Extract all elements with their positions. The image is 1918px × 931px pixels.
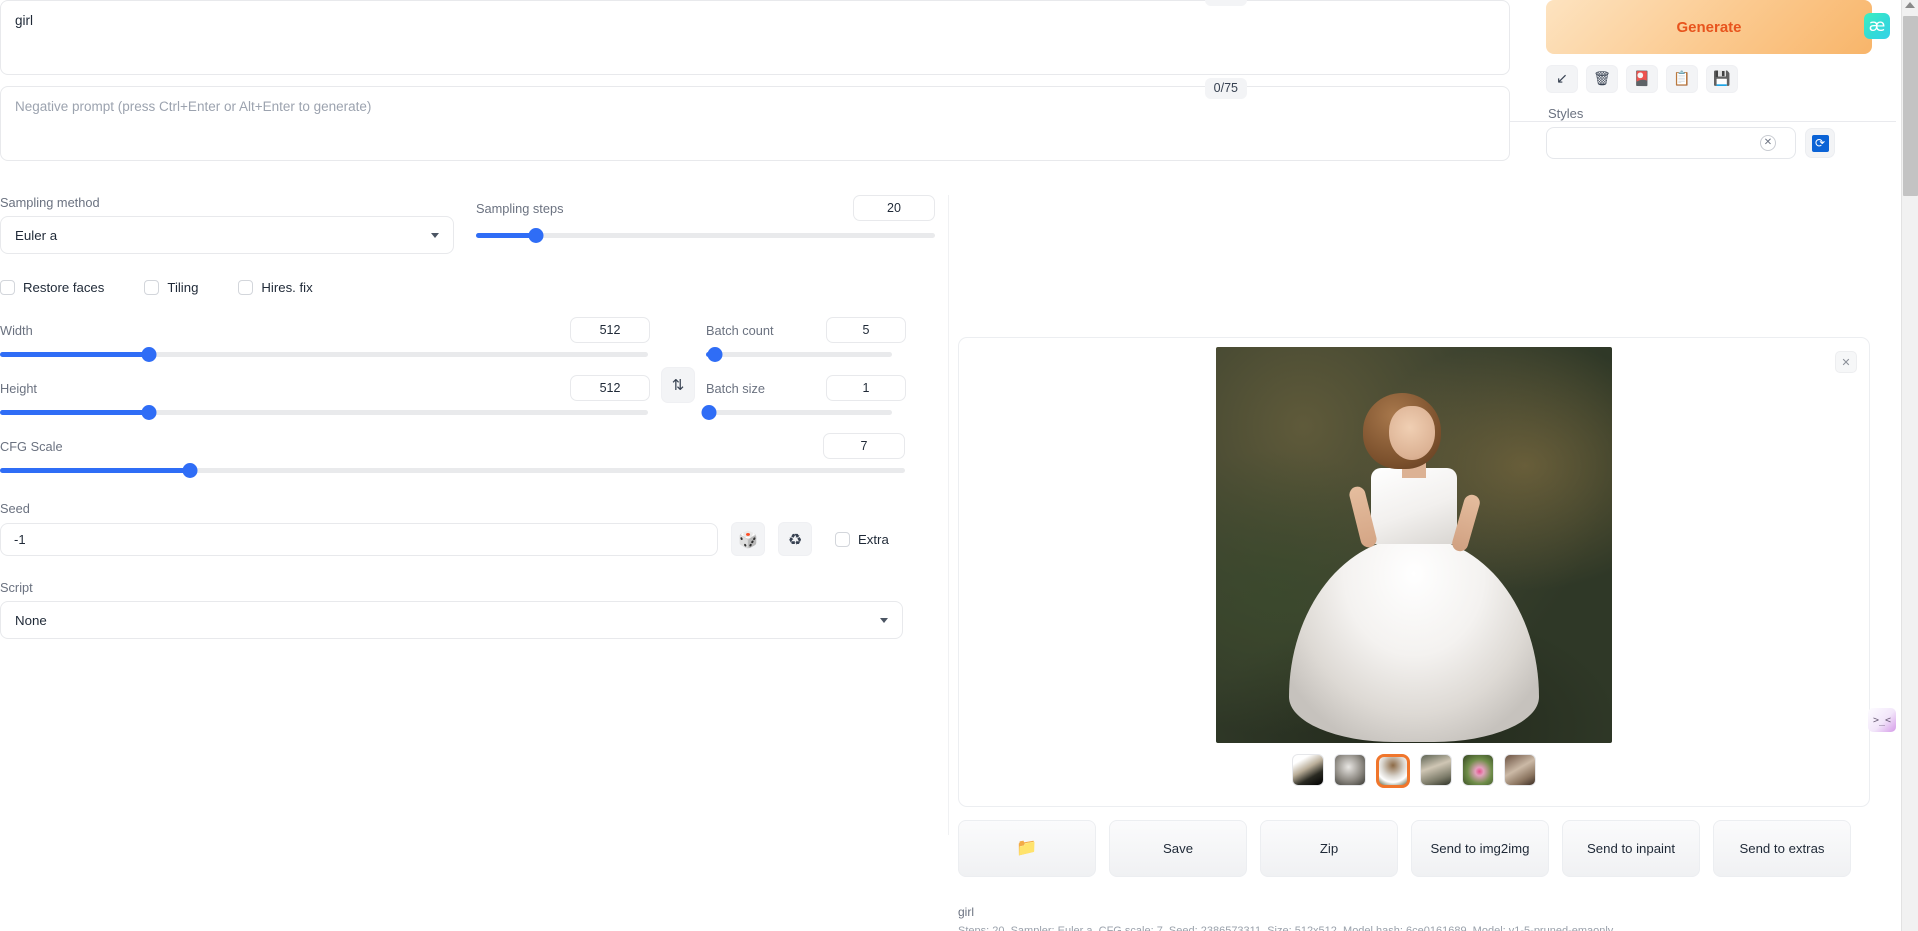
seed-section: Seed -1 🎲 ♻ Extra bbox=[0, 501, 935, 556]
send-to-extras-button[interactable]: Send to extras bbox=[1713, 820, 1851, 877]
scroll-track[interactable] bbox=[1903, 196, 1918, 931]
page-scrollbar[interactable] bbox=[1901, 0, 1918, 931]
batch-count-slider[interactable] bbox=[706, 347, 892, 362]
negative-prompt-input[interactable]: Negative prompt (press Ctrl+Enter or Alt… bbox=[0, 86, 1510, 161]
prompt-token-counter: 1/75 bbox=[1204, 0, 1247, 6]
sampling-steps-value[interactable]: 20 bbox=[853, 195, 935, 221]
card-icon[interactable]: 🎴 bbox=[1626, 65, 1658, 93]
cfg-scale-label: CFG Scale bbox=[0, 438, 63, 454]
open-folder-button[interactable]: 📁 bbox=[958, 820, 1096, 877]
dice-icon[interactable]: 🎲 bbox=[731, 522, 765, 556]
styles-select[interactable]: ✕ bbox=[1546, 127, 1796, 159]
gallery-thumb-3[interactable] bbox=[1376, 754, 1410, 788]
negative-prompt-token-counter: 0/75 bbox=[1204, 78, 1247, 99]
batch-size-slider[interactable] bbox=[701, 405, 892, 420]
restore-faces-checkbox[interactable]: Restore faces bbox=[0, 280, 104, 295]
prompt-toolbar: ↙ 🗑 🎴 📋 💾 bbox=[1546, 65, 1876, 93]
script-section: Script None bbox=[0, 580, 903, 639]
cfg-scale-slider[interactable] bbox=[0, 463, 905, 478]
restore-faces-label: Restore faces bbox=[23, 280, 105, 295]
sampling-row: Sampling method Euler a Sampling steps 2… bbox=[0, 195, 935, 254]
generate-panel: Generate ↙ 🗑 🎴 📋 💾 Styles ✕ ⟳ bbox=[1546, 0, 1876, 159]
scroll-thumb[interactable] bbox=[1903, 16, 1918, 196]
clear-styles-icon[interactable]: ✕ bbox=[1760, 135, 1776, 151]
extra-seed-label: Extra bbox=[858, 531, 889, 547]
width-label: Width bbox=[0, 322, 33, 338]
trash-icon[interactable]: 🗑 bbox=[1586, 65, 1618, 93]
gallery-thumb-2[interactable] bbox=[1334, 754, 1366, 786]
save-button[interactable]: Save bbox=[1109, 820, 1247, 877]
send-to-img2img-button[interactable]: Send to img2img bbox=[1411, 820, 1549, 877]
parameters-panel: Sampling method Euler a Sampling steps 2… bbox=[0, 195, 935, 639]
batch-count-label: Batch count bbox=[706, 322, 774, 338]
height-value[interactable]: 512 bbox=[570, 375, 650, 401]
height-slider[interactable] bbox=[0, 405, 648, 420]
seed-input[interactable]: -1 bbox=[0, 522, 718, 556]
txt2img-panel: 1/75 girl 0/75 Negative prompt (press Ct… bbox=[0, 0, 1896, 931]
output-caption: girl bbox=[958, 905, 975, 919]
clipboard-icon[interactable]: 📋 bbox=[1666, 65, 1698, 93]
prompt-zone: 1/75 girl 0/75 Negative prompt (press Ct… bbox=[0, 0, 1534, 161]
gallery-thumb-1[interactable] bbox=[1292, 754, 1324, 786]
swap-dimensions-button[interactable]: ⇅ bbox=[661, 367, 695, 403]
output-gallery-panel: ✕ bbox=[958, 337, 1870, 807]
hires-fix-checkbox[interactable]: Hires. fix bbox=[238, 280, 313, 295]
toggle-row: Restore faces Tiling Hires. fix bbox=[0, 280, 935, 295]
extra-seed-checkbox[interactable]: Extra bbox=[835, 531, 889, 547]
seed-label: Seed bbox=[0, 501, 30, 516]
tiling-label: Tiling bbox=[167, 280, 199, 295]
sampling-steps-slider[interactable] bbox=[476, 228, 935, 243]
gallery-thumb-6[interactable] bbox=[1504, 754, 1536, 786]
kaomoji-badge-icon[interactable]: >_< bbox=[1868, 708, 1896, 732]
gallery-thumbnails bbox=[959, 754, 1869, 788]
arrow-down-left-icon[interactable]: ↙ bbox=[1546, 65, 1578, 93]
chevron-down-icon bbox=[880, 617, 888, 623]
script-label: Script bbox=[0, 580, 33, 595]
panel-divider bbox=[948, 195, 949, 835]
hires-fix-label: Hires. fix bbox=[261, 280, 313, 295]
script-value: None bbox=[15, 612, 47, 628]
height-label: Height bbox=[0, 380, 37, 396]
script-select[interactable]: None bbox=[0, 601, 903, 639]
refresh-icon: ⟳ bbox=[1811, 134, 1829, 152]
sampling-method-value: Euler a bbox=[15, 227, 58, 243]
generate-button[interactable]: Generate bbox=[1546, 0, 1872, 54]
width-slider[interactable] bbox=[0, 347, 648, 362]
checkbox-box[interactable] bbox=[238, 280, 254, 295]
batch-count-value[interactable]: 5 bbox=[826, 317, 906, 343]
dimensions-row: Width 512 Height 512 CFG Scale 7 ⇅ Batch… bbox=[0, 317, 935, 478]
refresh-styles-button[interactable]: ⟳ bbox=[1805, 128, 1835, 158]
width-value[interactable]: 512 bbox=[570, 317, 650, 343]
sampling-method-label: Sampling method bbox=[0, 195, 100, 210]
sampling-steps-label: Sampling steps bbox=[476, 200, 564, 216]
batch-size-value[interactable]: 1 bbox=[826, 375, 906, 401]
floppy-disk-icon[interactable]: 💾 bbox=[1706, 65, 1738, 93]
recycle-icon[interactable]: ♻ bbox=[778, 522, 812, 556]
gallery-thumb-4[interactable] bbox=[1420, 754, 1452, 786]
preview-wrap bbox=[959, 347, 1869, 743]
sampling-method-select[interactable]: Euler a bbox=[0, 216, 454, 254]
checkbox-box[interactable] bbox=[0, 280, 15, 295]
gallery-thumb-5[interactable] bbox=[1462, 754, 1494, 786]
checkbox-box[interactable] bbox=[835, 531, 850, 547]
send-to-inpaint-button[interactable]: Send to inpaint bbox=[1562, 820, 1700, 877]
ae-logo-icon: æ bbox=[1864, 13, 1890, 39]
output-actions: 📁 Save Zip Send to img2img Send to inpai… bbox=[958, 820, 1870, 877]
tiling-checkbox[interactable]: Tiling bbox=[144, 280, 198, 295]
styles-label: Styles bbox=[1548, 106, 1584, 121]
stable-diffusion-webui: æ Stable Diffusion checkpoint v1-5-prune… bbox=[0, 0, 1918, 931]
generated-image-preview[interactable] bbox=[1216, 347, 1612, 743]
chevron-down-icon bbox=[431, 232, 439, 238]
scroll-up-arrow-icon[interactable] bbox=[1905, 2, 1915, 8]
batch-size-label: Batch size bbox=[706, 380, 766, 396]
styles-row: ✕ ⟳ bbox=[1546, 127, 1876, 159]
prompt-input[interactable]: girl bbox=[0, 0, 1510, 75]
checkbox-box[interactable] bbox=[144, 280, 160, 295]
zip-button[interactable]: Zip bbox=[1260, 820, 1398, 877]
output-caption-details: Steps: 20, Sampler: Euler a, CFG scale: … bbox=[958, 925, 1614, 931]
